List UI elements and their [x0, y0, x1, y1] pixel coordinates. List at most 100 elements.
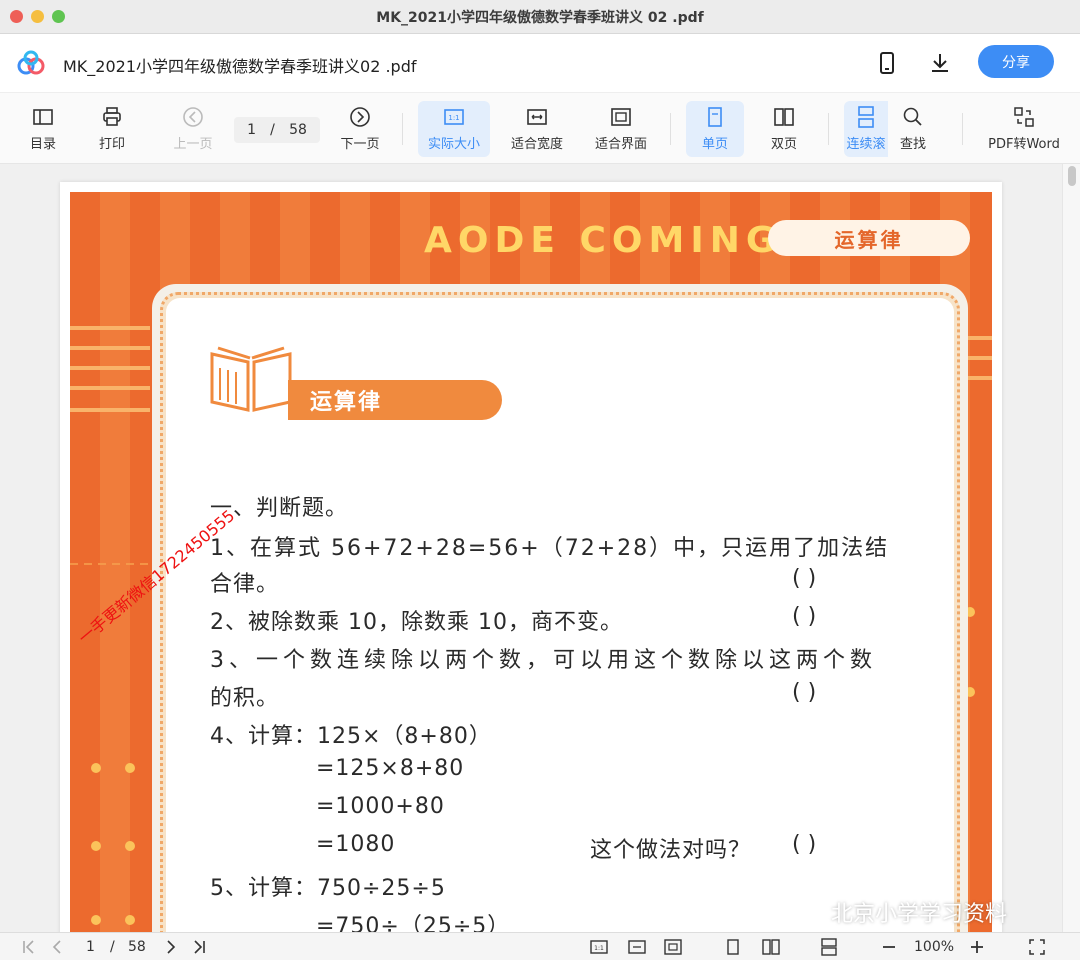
plus-icon [971, 941, 983, 953]
fit-page-icon [611, 108, 631, 126]
book-icon [210, 346, 292, 412]
zoom-window-button[interactable] [52, 10, 65, 23]
zoom-out-button[interactable] [880, 937, 898, 957]
single-page-button[interactable]: 单页 [686, 101, 744, 157]
find-button[interactable]: 查找 [890, 101, 936, 157]
continuous-scroll-label: 连续滚 [846, 137, 886, 152]
window-controls [10, 10, 65, 23]
answer-blank-3: ( ) [792, 680, 817, 705]
question-1-line-1: 1、在算式 56+72+28=56+（72+28）中，只运用了加法结 [210, 536, 890, 561]
first-page-button[interactable] [20, 937, 38, 957]
question-1-line-2: 合律。 [210, 572, 280, 597]
page-separator: / [270, 122, 275, 138]
total-pages: 58 [289, 122, 307, 138]
wechat-icon [790, 904, 820, 926]
pdf-to-word-button[interactable]: PDF转Word [980, 101, 1068, 157]
fullscreen-icon [1029, 939, 1045, 955]
sidebar-icon [33, 109, 53, 125]
next-page-button[interactable]: 下一页 [334, 101, 386, 157]
previous-page-button[interactable]: 上一页 [165, 101, 221, 157]
bottom-status-bar: 1 / 58 1:1 100% [0, 932, 1080, 960]
search-icon [903, 107, 922, 126]
minus-icon [883, 946, 895, 948]
svg-text:1:1: 1:1 [448, 114, 459, 122]
scrollbar-thumb[interactable] [1068, 166, 1076, 186]
continuous-scroll-button[interactable]: 连续滚 [844, 101, 888, 157]
answer-blank-1: ( ) [792, 566, 817, 591]
previous-page-label: 上一页 [173, 137, 213, 152]
question-3-line-2: 的积。 [210, 686, 280, 711]
minimize-window-button[interactable] [31, 10, 44, 23]
status-fit-page-button[interactable] [664, 937, 682, 957]
chevron-left-icon [52, 940, 61, 954]
toolbar-divider [962, 113, 963, 145]
status-single-page-button[interactable] [724, 937, 742, 957]
toolbar-divider [402, 113, 403, 145]
status-fit-width-button[interactable] [628, 937, 646, 957]
zoom-in-button[interactable] [968, 937, 986, 957]
content-card-body: 运算律 一、判断题。 1、在算式 56+72+28=56+（72+28）中，只运… [166, 298, 954, 932]
question-4-prompt: 这个做法对吗？ [590, 838, 752, 863]
double-page-icon [774, 108, 794, 126]
contents-label: 目录 [29, 137, 56, 152]
actual-size-button[interactable]: 1:1 实际大小 [418, 101, 490, 157]
contents-button[interactable]: 目录 [18, 101, 68, 157]
banner-heading: AODE COMING [424, 220, 782, 261]
next-page-label: 下一页 [340, 137, 380, 152]
download-icon[interactable] [928, 51, 952, 75]
fullscreen-button[interactable] [1028, 937, 1046, 957]
document-title: MK_2021小学四年级傲德数学春季班讲义02 .pdf [63, 57, 417, 76]
mobile-phone-icon[interactable] [875, 51, 899, 75]
print-label: 打印 [98, 137, 125, 152]
pdf-to-word-label: PDF转Word [988, 137, 1060, 152]
share-button[interactable]: 分享 [978, 45, 1054, 78]
pdf-toolbar: 目录 打印 上一页 1 / 58 下一页 1:1 实际大小 适合宽度 适合界面 … [0, 92, 1080, 164]
question-4-line-4: =1080 [316, 832, 396, 857]
previous-page-small-button[interactable] [48, 937, 66, 957]
continuous-scroll-icon [821, 938, 837, 956]
status-actual-size-button[interactable]: 1:1 [590, 937, 608, 957]
first-page-icon [23, 940, 34, 954]
document-viewport[interactable]: AODE COMING 运算律 运算律 一、判断题。 1、在算式 56+72+2… [0, 164, 1080, 932]
single-page-icon [727, 939, 739, 955]
fit-page-icon [664, 939, 682, 955]
next-page-small-button[interactable] [162, 937, 180, 957]
find-label: 查找 [899, 137, 926, 152]
status-current-page[interactable]: 1 [86, 937, 95, 957]
zoom-level[interactable]: 100% [914, 937, 954, 957]
fit-page-label: 适合界面 [594, 137, 647, 152]
printer-icon [103, 107, 121, 126]
question-4-line-2: =125×8+80 [316, 756, 465, 781]
print-button[interactable]: 打印 [87, 101, 137, 157]
last-page-button[interactable] [190, 937, 208, 957]
fit-page-button[interactable]: 适合界面 [586, 101, 656, 157]
status-continuous-button[interactable] [820, 937, 838, 957]
double-page-label: 双页 [770, 137, 797, 152]
single-page-icon [708, 107, 722, 127]
window-titlebar: MK_2021小学四年级傲德数学春季班讲义 02 .pdf [0, 0, 1080, 34]
status-double-page-button[interactable] [762, 937, 780, 957]
page-indicator[interactable]: 1 / 58 [234, 117, 320, 143]
convert-icon [1014, 107, 1034, 127]
continuous-scroll-icon [858, 106, 874, 128]
double-page-icon [762, 939, 780, 955]
banner-topic-pill: 运算律 [768, 220, 970, 256]
fit-width-button[interactable]: 适合宽度 [502, 101, 572, 157]
close-window-button[interactable] [10, 10, 23, 23]
fit-width-icon [628, 940, 646, 954]
fit-width-label: 适合宽度 [510, 137, 563, 152]
vertical-scrollbar[interactable] [1062, 164, 1080, 932]
section-label: 运算律 [288, 380, 502, 420]
pdf-page: AODE COMING 运算律 运算律 一、判断题。 1、在算式 56+72+2… [60, 182, 1002, 932]
chevron-left-circle-icon [183, 107, 203, 127]
content-card: 运算律 一、判断题。 1、在算式 56+72+28=56+（72+28）中，只运… [152, 284, 968, 932]
question-5-line-2: =750÷（25÷5） [316, 914, 511, 932]
single-page-label: 单页 [701, 137, 728, 152]
double-page-button[interactable]: 双页 [756, 101, 812, 157]
brand-watermark: 北京小学学习资料 [790, 896, 1007, 928]
baidu-netdisk-logo-icon [17, 50, 45, 75]
chevron-right-circle-icon [350, 107, 370, 127]
toolbar-divider [670, 113, 671, 145]
current-page-input[interactable]: 1 [247, 122, 256, 138]
last-page-icon [194, 940, 205, 954]
